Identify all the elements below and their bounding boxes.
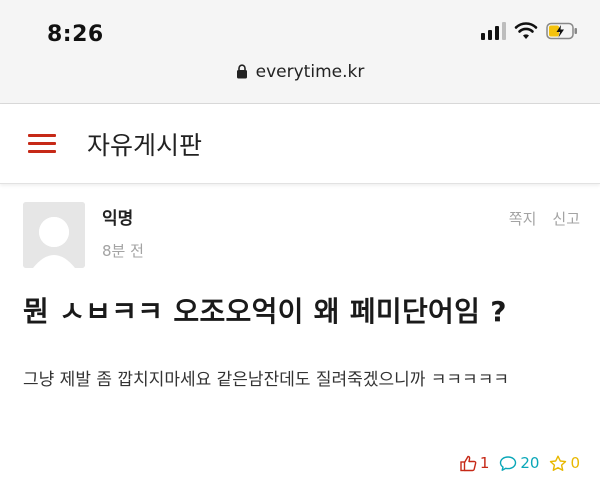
- avatar-icon: [23, 202, 85, 268]
- lock-icon: [236, 64, 248, 84]
- like-stat[interactable]: 1: [460, 454, 490, 472]
- url-text: everytime.kr: [255, 62, 365, 82]
- thumbs-up-icon: [460, 455, 477, 472]
- comment-count: 20: [520, 454, 540, 472]
- star-icon: [549, 455, 567, 472]
- board-header: 자유게시판: [0, 104, 600, 184]
- post-time: 8분 전: [102, 242, 144, 260]
- like-count: 1: [479, 454, 490, 472]
- scrap-count: 0: [570, 454, 580, 472]
- post-body: 그냥 제발 좀 깝치지마세요 같은남잔데도 질려죽겠으니까 ㅋㅋㅋㅋㅋ: [23, 370, 509, 390]
- post-actions: 쪽지 신고: [509, 208, 580, 229]
- scrap-stat[interactable]: 0: [549, 454, 580, 472]
- comment-icon: [499, 455, 517, 472]
- comment-stat[interactable]: 20: [499, 454, 539, 472]
- message-button[interactable]: 쪽지: [509, 208, 537, 229]
- status-icons: [481, 22, 578, 40]
- browser-top-area: 8:26 everytime.kr: [0, 0, 600, 104]
- signal-icon: [481, 22, 506, 40]
- post-stats: 1 20 0: [460, 454, 580, 472]
- battery-icon: [546, 22, 578, 40]
- board-title: 자유게시판: [87, 131, 203, 160]
- hamburger-menu-icon[interactable]: [28, 134, 56, 154]
- post-title: 뭔 ㅅㅂㅋㅋ 오조오억이 왜 페미단어임 ?: [23, 295, 507, 328]
- wifi-icon: [514, 22, 538, 40]
- status-time: 8:26: [47, 22, 104, 47]
- report-button[interactable]: 신고: [552, 208, 580, 229]
- post-author: 익명: [102, 209, 134, 229]
- url-bar[interactable]: everytime.kr: [0, 62, 600, 84]
